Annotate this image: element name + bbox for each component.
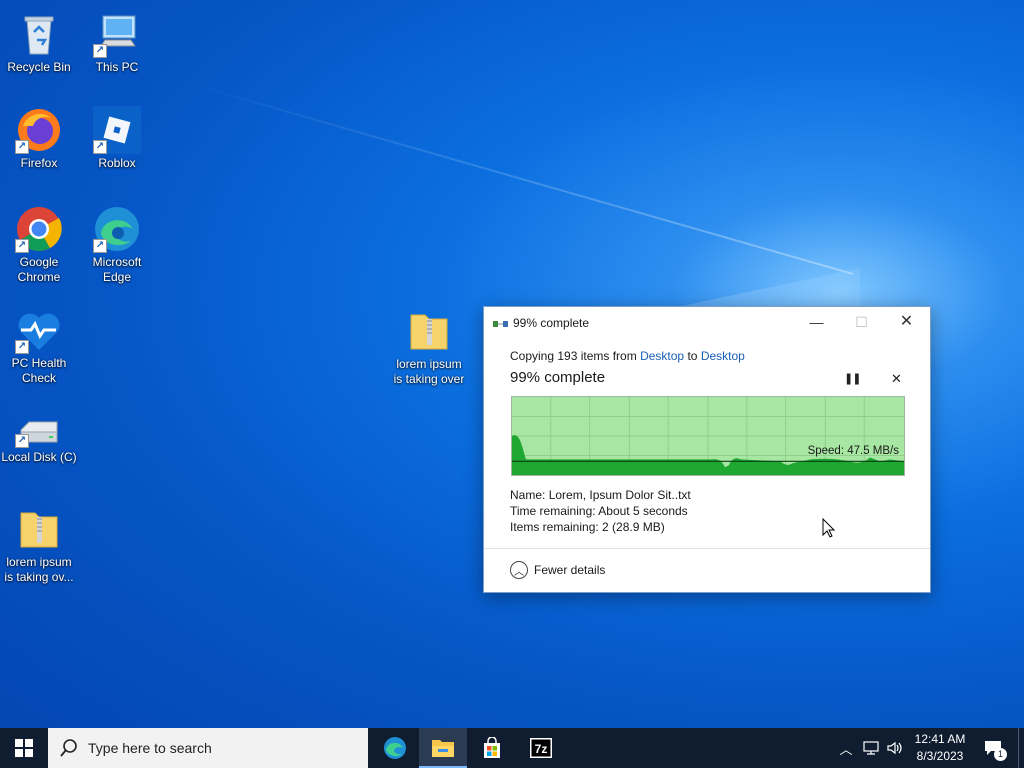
desktop-icon-label: Recycle Bin — [7, 60, 71, 74]
clock-time: 12:41 AM — [914, 732, 966, 746]
maximize-button: ☐ — [855, 314, 868, 330]
taskbar-edge[interactable] — [371, 728, 419, 768]
name-label: Name: — [510, 488, 546, 502]
dialog-titlebar[interactable]: 99% complete — ☐ ✕ — [484, 307, 930, 337]
network-tray-button[interactable] — [860, 728, 882, 768]
chevron-up-icon: ︿ — [839, 741, 853, 757]
clock-date: 8/3/2023 — [916, 749, 964, 763]
7zip-icon: 7z — [530, 738, 552, 758]
items-label: Items remaining: — [510, 520, 599, 534]
minimize-button[interactable]: — — [794, 307, 839, 337]
file-copy-icon — [493, 317, 508, 328]
desktop-icon-this-pc[interactable]: ↗ This PC — [79, 10, 155, 75]
desktop-icon-pc-health-check[interactable]: ↗ PC Health Check — [1, 306, 77, 386]
cancel-copy-button[interactable]: ✕ — [891, 371, 902, 387]
shortcut-arrow-icon: ↗ — [15, 140, 29, 154]
desktop-icon-label: Local Disk (C) — [1, 450, 77, 464]
time-label: Time remaining: — [510, 504, 596, 518]
fewer-details-button[interactable]: ︿ Fewer details — [510, 561, 605, 579]
network-icon — [863, 741, 879, 755]
dialog-separator — [484, 548, 930, 549]
file-explorer-icon — [432, 740, 454, 757]
transfer-speed-graph: Speed: 47.5 MB/s — [511, 396, 905, 476]
desktop-icon-recycle-bin[interactable]: Recycle Bin — [1, 10, 77, 75]
shortcut-arrow-icon: ↗ — [93, 44, 107, 58]
dialog-title: 99% complete — [513, 316, 590, 330]
taskbar-file-explorer[interactable] — [419, 728, 467, 768]
speed-graph-svg — [512, 397, 904, 475]
mouse-cursor-icon — [822, 517, 836, 543]
desktop-icon-label: Roblox — [98, 156, 136, 170]
close-button[interactable]: ✕ — [884, 307, 929, 337]
destination-link[interactable]: Desktop — [701, 349, 745, 363]
desktop-icon-label: Google Chrome — [17, 255, 61, 284]
pause-button[interactable]: ❚❚ — [844, 372, 861, 385]
chevron-up-icon: ︿ — [510, 561, 528, 579]
store-icon — [484, 737, 500, 758]
taskbar-search-box[interactable]: Type here to search — [48, 728, 368, 768]
recycle-bin-icon — [15, 10, 63, 58]
copy-details: Name: Lorem, Ipsum Dolor Sit..txt Time r… — [510, 487, 691, 535]
desktop-icon-label: lorem ipsum is taking ov... — [4, 555, 74, 584]
desktop-icon-zip-folder-2[interactable]: lorem ipsum is taking over — [391, 307, 467, 387]
svg-text:7z: 7z — [535, 742, 548, 756]
copy-summary: Copying 193 items from Desktop to Deskto… — [510, 349, 904, 363]
items-value: 2 (28.9 MB) — [602, 520, 665, 534]
desktop-icon-microsoft-edge[interactable]: ↗ Microsoft Edge — [79, 205, 155, 285]
zip-folder-icon — [405, 307, 453, 355]
search-icon — [60, 739, 77, 757]
desktop-icon-label: lorem ipsum is taking over — [393, 357, 465, 386]
heart-health-icon: ↗ — [15, 306, 63, 354]
show-desktop-button[interactable] — [1018, 728, 1024, 768]
copy-prefix: Copying 193 items from — [510, 349, 637, 363]
wallpaper-light-beam — [179, 80, 854, 275]
shortcut-arrow-icon: ↗ — [15, 239, 29, 253]
roblox-icon: ↗ — [93, 106, 141, 154]
shortcut-arrow-icon: ↗ — [93, 140, 107, 154]
items-remaining-row: Items remaining: 2 (28.9 MB) — [510, 519, 691, 535]
desktop-icon-roblox[interactable]: ↗ Roblox — [79, 106, 155, 171]
notification-count-badge: 1 — [994, 748, 1007, 761]
edge-icon — [384, 737, 406, 759]
fewer-details-label: Fewer details — [534, 563, 606, 577]
show-hidden-icons-button[interactable]: ︿ — [836, 728, 856, 768]
time-remaining-row: Time remaining: About 5 seconds — [510, 503, 691, 519]
desktop-icon-zip-folder[interactable]: lorem ipsum is taking ov... — [1, 505, 77, 585]
notification-center-button[interactable]: 1 — [980, 728, 1007, 768]
shortcut-arrow-icon: ↗ — [15, 434, 29, 448]
to-word: to — [687, 349, 698, 363]
taskbar-store[interactable] — [468, 728, 516, 768]
desktop-icon-label: Microsoft Edge — [92, 255, 142, 284]
shortcut-arrow-icon: ↗ — [93, 239, 107, 253]
shortcut-arrow-icon: ↗ — [15, 340, 29, 354]
desktop-icon-firefox[interactable]: ↗ Firefox — [1, 106, 77, 171]
speed-label: Speed: 47.5 MB/s — [807, 445, 899, 457]
firefox-icon: ↗ — [15, 106, 63, 154]
taskbar-7zip[interactable]: 7z — [517, 728, 565, 768]
drive-icon: ↗ — [15, 418, 63, 448]
name-row: Name: Lorem, Ipsum Dolor Sit..txt — [510, 487, 691, 503]
desktop-icon-label: Firefox — [20, 156, 58, 170]
search-placeholder: Type here to search — [88, 740, 212, 756]
desktop-icon-google-chrome[interactable]: ↗ Google Chrome — [1, 205, 77, 285]
start-button[interactable] — [0, 728, 48, 768]
taskbar-clock[interactable]: 12:41 AM 8/3/2023 — [900, 731, 980, 765]
chrome-icon: ↗ — [15, 205, 63, 253]
desktop-icon-label: This PC — [95, 60, 139, 74]
zip-folder-icon — [15, 505, 63, 553]
taskbar: Type here to search 7z ︿ 12:41 AM 8/3/20… — [0, 728, 1024, 768]
computer-icon: ↗ — [93, 10, 141, 58]
desktop-icon-label: PC Health Check — [11, 356, 67, 385]
copy-progress-dialog: 99% complete — ☐ ✕ Copying 193 items fro… — [483, 306, 931, 593]
time-value: About 5 seconds — [598, 504, 688, 518]
edge-icon: ↗ — [93, 205, 141, 253]
desktop-icon-local-disk[interactable]: ↗ Local Disk (C) — [1, 418, 77, 465]
source-link[interactable]: Desktop — [640, 349, 684, 363]
name-value: Lorem, Ipsum Dolor Sit..txt — [548, 488, 691, 502]
windows-logo-icon — [15, 739, 33, 757]
